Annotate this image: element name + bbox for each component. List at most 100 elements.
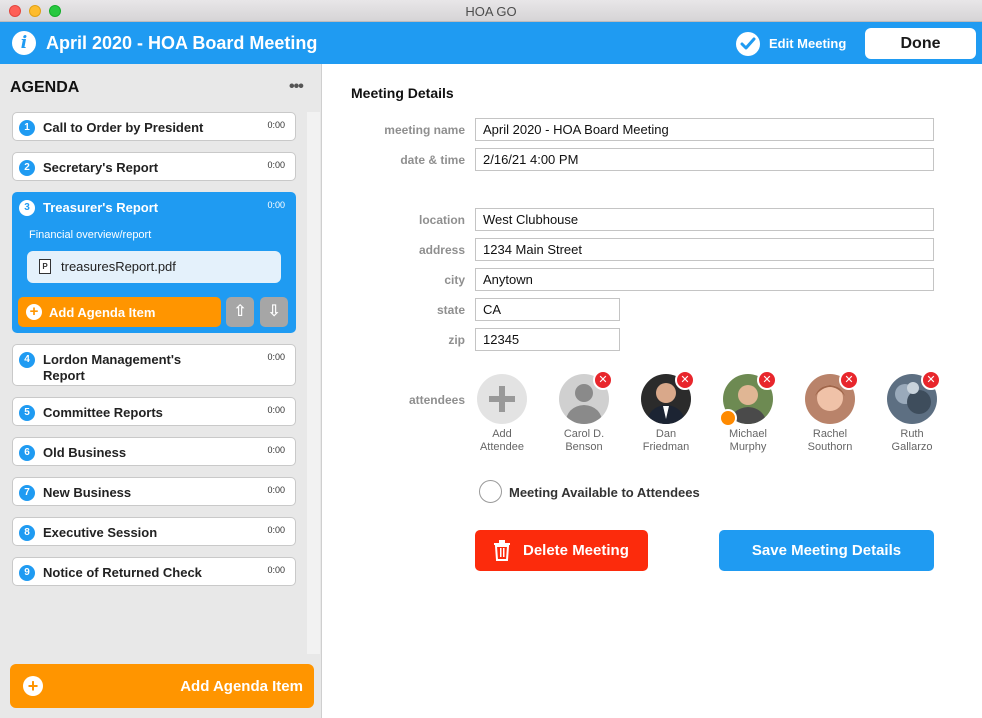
attendee[interactable]: ✕ Ruth Gallarzo bbox=[877, 370, 947, 454]
agenda-item-number: 8 bbox=[19, 525, 35, 541]
plus-icon: + bbox=[23, 676, 43, 696]
agenda-item[interactable]: 8 Executive Session 0:00 bbox=[12, 517, 296, 546]
agenda-item[interactable]: 9 Notice of Returned Check 0:00 bbox=[12, 557, 296, 586]
delete-meeting-button[interactable]: Delete Meeting bbox=[475, 530, 648, 571]
agenda-item-duration: 0:00 bbox=[267, 120, 285, 130]
attendee[interactable]: ✕ Dan Friedman bbox=[631, 370, 701, 454]
agenda-sidebar: AGENDA ••• 1 Call to Order by President … bbox=[0, 64, 322, 718]
move-up-button[interactable]: ⇧ bbox=[226, 297, 254, 327]
agenda-item-duration: 0:00 bbox=[267, 525, 285, 535]
attendee-last-name: Gallarzo bbox=[891, 441, 933, 453]
agenda-item-duration: 0:00 bbox=[267, 405, 285, 415]
move-down-button[interactable]: ⇩ bbox=[260, 297, 288, 327]
section-title: Meeting Details bbox=[351, 85, 454, 101]
attendee-last-name: Southorn bbox=[807, 441, 853, 453]
agenda-item-duration: 0:00 bbox=[267, 445, 285, 455]
edit-meeting-toggle[interactable]: Edit Meeting bbox=[769, 36, 846, 51]
agenda-item-number: 1 bbox=[19, 120, 35, 136]
remove-attendee-icon[interactable]: ✕ bbox=[593, 370, 613, 390]
address-label: address bbox=[418, 243, 465, 257]
add-attendee-label-line2: Attendee bbox=[479, 441, 525, 453]
meeting-details-panel: Meeting Details meeting name April 2020 … bbox=[323, 64, 982, 718]
add-agenda-item-label: Add Agenda Item bbox=[180, 678, 303, 695]
agenda-item-label: Executive Session bbox=[43, 525, 158, 540]
attendee-first-name: Carol D. bbox=[563, 428, 605, 440]
attachment-filename: treasuresReport.pdf bbox=[61, 259, 176, 274]
add-agenda-subitem-label: Add Agenda Item bbox=[49, 305, 156, 320]
app-header: i April 2020 - HOA Board Meeting Edit Me… bbox=[0, 22, 982, 64]
state-field[interactable]: CA bbox=[475, 298, 620, 321]
address-field[interactable]: 1234 Main Street bbox=[475, 238, 934, 261]
state-label: state bbox=[436, 303, 465, 317]
sidebar-scrollbar[interactable] bbox=[307, 112, 320, 654]
add-agenda-item-button[interactable]: + Add Agenda Item bbox=[10, 664, 314, 708]
attendee-first-name: Ruth bbox=[900, 428, 924, 440]
meeting-name-label: meeting name bbox=[384, 123, 465, 137]
remove-attendee-icon[interactable]: ✕ bbox=[675, 370, 695, 390]
window-title: HOA GO bbox=[465, 4, 517, 19]
attendee-avatar: ✕ bbox=[559, 370, 613, 424]
save-meeting-button[interactable]: Save Meeting Details bbox=[719, 530, 934, 571]
meeting-name-field[interactable]: April 2020 - HOA Board Meeting bbox=[475, 118, 934, 141]
info-icon[interactable]: i bbox=[12, 31, 36, 55]
attendee-last-name: Benson bbox=[565, 441, 603, 453]
add-attendee-icon bbox=[477, 374, 527, 424]
attendee-avatar: ✕ bbox=[805, 370, 859, 424]
location-label: location bbox=[418, 213, 465, 227]
more-options-icon[interactable]: ••• bbox=[289, 78, 304, 96]
attachment-file[interactable]: P treasuresReport.pdf bbox=[27, 251, 281, 283]
agenda-item-label: Old Business bbox=[43, 445, 127, 460]
remove-attendee-icon[interactable]: ✕ bbox=[839, 370, 859, 390]
remove-attendee-icon[interactable]: ✕ bbox=[757, 370, 777, 390]
agenda-item-number: 5 bbox=[19, 405, 35, 421]
attendee-name: Rachel Southorn bbox=[795, 428, 865, 454]
agenda-item[interactable]: 5 Committee Reports 0:00 bbox=[12, 397, 296, 426]
add-attendee-label-line1: Add bbox=[492, 428, 512, 440]
attendee-name: Michael Murphy bbox=[713, 428, 783, 454]
attendee[interactable]: ✕ Carol D. Benson bbox=[549, 370, 619, 454]
agenda-item-label: Call to Order by President bbox=[43, 120, 204, 135]
agenda-item-number: 4 bbox=[19, 352, 35, 368]
available-to-attendees-label: Meeting Available to Attendees bbox=[509, 485, 700, 500]
date-time-field[interactable]: 2/16/21 4:00 PM bbox=[475, 148, 934, 171]
attendee-name: Ruth Gallarzo bbox=[877, 428, 947, 454]
delete-meeting-label: Delete Meeting bbox=[523, 542, 629, 559]
attendee[interactable]: ✕ Rachel Southorn bbox=[795, 370, 865, 454]
zip-field[interactable]: 12345 bbox=[475, 328, 620, 351]
city-label: city bbox=[444, 273, 465, 287]
pdf-file-icon: P bbox=[39, 259, 51, 274]
agenda-item-duration: 0:00 bbox=[267, 200, 285, 210]
agenda-item-label: Treasurer's Report bbox=[43, 200, 159, 215]
location-field[interactable]: West Clubhouse bbox=[475, 208, 934, 231]
agenda-item-number: 2 bbox=[19, 160, 35, 176]
agenda-item-number: 6 bbox=[19, 445, 35, 461]
attendee-name: Dan Friedman bbox=[631, 428, 701, 454]
agenda-item[interactable]: 6 Old Business 0:00 bbox=[12, 437, 296, 466]
agenda-item-number: 9 bbox=[19, 565, 35, 581]
agenda-item-duration: 0:00 bbox=[267, 352, 285, 362]
agenda-item[interactable]: 2 Secretary's Report 0:00 bbox=[12, 152, 296, 181]
checkmark-icon[interactable] bbox=[736, 32, 760, 56]
agenda-heading: AGENDA bbox=[10, 79, 80, 96]
date-time-label: date & time bbox=[400, 153, 465, 167]
agenda-item-label: Lordon Management's Report bbox=[43, 352, 182, 383]
add-attendee-button[interactable]: Add Attendee bbox=[467, 374, 537, 454]
attendee-last-name: Murphy bbox=[729, 441, 767, 453]
attendee[interactable]: ✕ Michael Murphy bbox=[713, 370, 783, 454]
city-field[interactable]: Anytown bbox=[475, 268, 934, 291]
agenda-item-number: 7 bbox=[19, 485, 35, 501]
agenda-item[interactable]: 4 Lordon Management's Report 0:00 bbox=[12, 344, 296, 386]
done-button[interactable]: Done bbox=[865, 28, 976, 59]
agenda-item[interactable]: 7 New Business 0:00 bbox=[12, 477, 296, 506]
agenda-item-duration: 0:00 bbox=[267, 565, 285, 575]
attendee-last-name: Friedman bbox=[642, 441, 690, 453]
agenda-item-label: Notice of Returned Check bbox=[43, 565, 202, 580]
agenda-item-label: Secretary's Report bbox=[43, 160, 159, 175]
add-agenda-subitem-button[interactable]: + Add Agenda Item bbox=[18, 297, 221, 327]
available-to-attendees-checkbox[interactable] bbox=[479, 480, 502, 503]
agenda-item-description: Financial overview/report bbox=[29, 229, 152, 241]
remove-attendee-icon[interactable]: ✕ bbox=[921, 370, 941, 390]
agenda-item[interactable]: 1 Call to Order by President 0:00 bbox=[12, 112, 296, 141]
key-icon bbox=[719, 409, 737, 427]
agenda-item-selected[interactable]: 3 Treasurer's Report 0:00 Financial over… bbox=[12, 192, 296, 333]
